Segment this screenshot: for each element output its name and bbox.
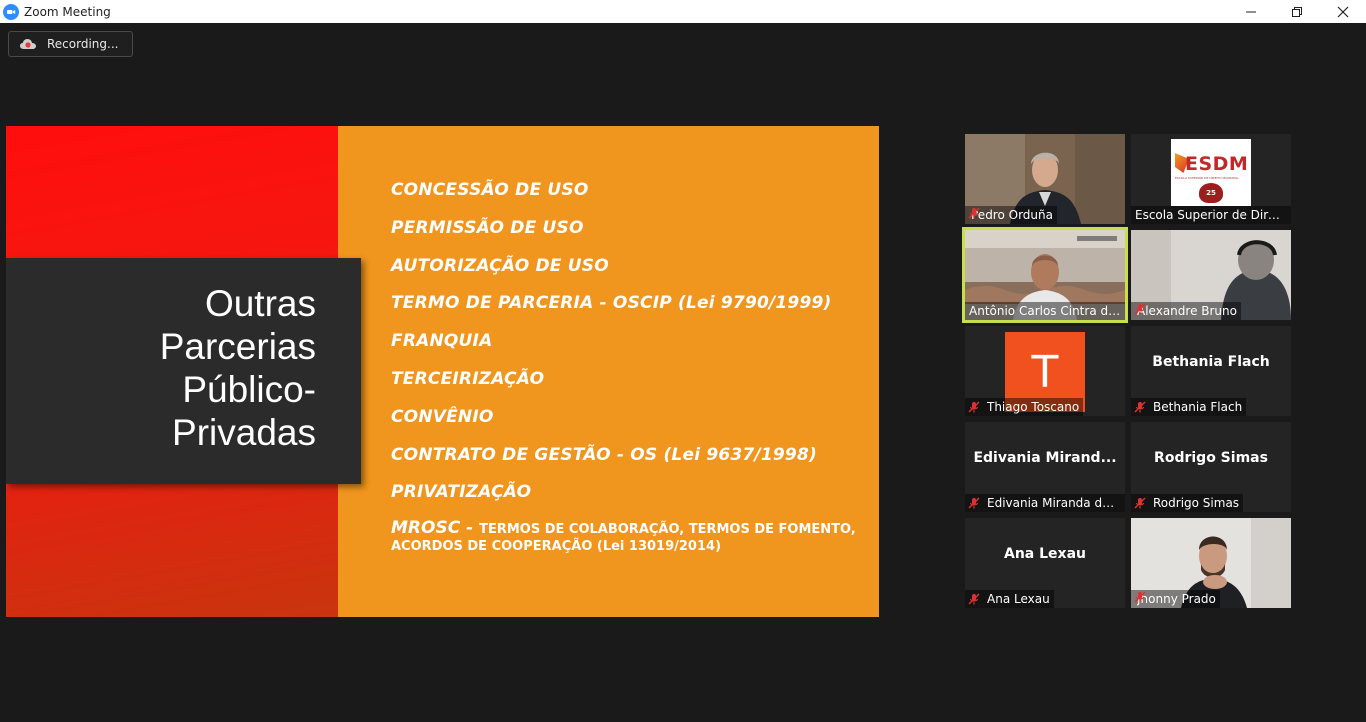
participant-name-bar: Alexandre Bruno xyxy=(1131,302,1241,320)
muted-mic-icon xyxy=(1134,303,1146,315)
slide-bullet: AUTORIZAÇÃO DE USO xyxy=(391,255,609,276)
participant-name-bar: Thiago Toscano xyxy=(965,398,1084,416)
logo-anniversary-badge: 25 xyxy=(1199,183,1223,203)
participant-display-name: Rodrigo Simas xyxy=(1154,450,1268,466)
participant-name: Antônio Carlos Cintra do... xyxy=(969,304,1121,318)
participant-name: Jhonny Prado xyxy=(1137,592,1216,606)
participant-tile[interactable]: Ana Lexau Ana Lexau xyxy=(965,518,1125,608)
slide-bullet: TERCEIRIZAÇÃO xyxy=(391,368,545,389)
participant-name: Pedro Orduña xyxy=(971,208,1053,222)
close-icon xyxy=(1337,6,1349,17)
slide-title-line: Privadas xyxy=(172,412,316,453)
slide-title: Outras Parcerias Público- Privadas xyxy=(16,282,316,454)
shared-screen-slide: Outras Parcerias Público- Privadas CONCE… xyxy=(6,126,879,617)
participant-tile[interactable]: Edivania Mirand... Edivania Miranda da .… xyxy=(965,422,1125,512)
org-logo: ESDM ESCOLA SUPERIOR DE DIREITO MUNICIPA… xyxy=(1171,139,1251,206)
zoom-app-icon xyxy=(3,3,19,20)
slide-bullet: TERMO DE PARCERIA - OSCIP (Lei 9790/1999… xyxy=(391,293,832,314)
slide-title-line: Público- xyxy=(182,369,316,410)
participant-name: Escola Superior de Direi... xyxy=(1135,208,1287,222)
muted-mic-icon xyxy=(1134,591,1146,603)
logo-text: ESDM xyxy=(1185,153,1249,175)
recording-label: Recording... xyxy=(47,37,119,51)
window-titlebar: Zoom Meeting xyxy=(0,0,1366,23)
participant-tile[interactable]: Alexandre Bruno xyxy=(1131,230,1291,320)
slide-bullet: CONCESSÃO DE USO xyxy=(391,180,589,200)
meeting-stage: Recording... Outras Parcerias Público- P… xyxy=(0,23,1366,722)
participant-tile[interactable]: Jhonny Prado xyxy=(1131,518,1291,608)
participant-name-bar: Escola Superior de Direi... xyxy=(1131,206,1291,224)
slide-bullet-lead: MROSC - xyxy=(391,518,480,539)
participant-tile[interactable]: ESDM ESCOLA SUPERIOR DE DIREITO MUNICIPA… xyxy=(1131,134,1291,224)
slide-title-box: Outras Parcerias Público- Privadas xyxy=(6,258,361,484)
minimize-button[interactable] xyxy=(1228,0,1274,23)
participant-name-bar: Antônio Carlos Cintra do... xyxy=(965,302,1125,320)
muted-mic-icon xyxy=(1134,401,1146,413)
slide-bullet-mrosc: MROSC - TERMOS DE COLABORAÇÃO, TERMOS DE… xyxy=(391,520,861,555)
muted-mic-icon xyxy=(968,401,980,413)
badge-number: 25 xyxy=(1206,189,1216,197)
participant-display-name: Bethania Flach xyxy=(1152,354,1270,370)
muted-mic-icon xyxy=(968,497,980,509)
participant-display-name: Ana Lexau xyxy=(1004,546,1086,562)
avatar-initial: T xyxy=(1031,346,1059,398)
participant-name: Edivania Miranda da ... xyxy=(987,496,1121,510)
restore-button[interactable] xyxy=(1274,0,1320,23)
muted-mic-icon xyxy=(968,593,980,605)
participant-tile[interactable]: Bethania Flach Bethania Flach xyxy=(1131,326,1291,416)
participant-name-bar: Rodrigo Simas xyxy=(1131,494,1244,512)
participant-tile[interactable]: Rodrigo Simas Rodrigo Simas xyxy=(1131,422,1291,512)
participant-tile[interactable]: Pedro Orduña xyxy=(965,134,1125,224)
participant-name: Ana Lexau xyxy=(987,592,1050,606)
slide-bullet: PRIVATIZAÇÃO xyxy=(391,482,532,503)
logo-subtitle: ESCOLA SUPERIOR DE DIREITO MUNICIPAL xyxy=(1175,176,1239,180)
recording-indicator[interactable]: Recording... xyxy=(8,31,133,57)
participant-name-bar: Jhonny Prado xyxy=(1131,590,1220,608)
slide-bullet: FRANQUIA xyxy=(391,331,493,352)
minimize-icon xyxy=(1246,11,1256,12)
slide-title-line: Outras xyxy=(204,283,316,324)
slide-bullet: CONTRATO DE GESTÃO - OS (Lei 9637/1998) xyxy=(391,444,817,465)
slide-bullet: PERMISSÃO DE USO xyxy=(391,217,584,238)
cloud-recording-icon xyxy=(20,39,36,49)
muted-mic-icon xyxy=(1134,497,1146,509)
slide-bullet-list: CONCESSÃO DE USO PERMISSÃO DE USO AUTORI… xyxy=(391,178,861,555)
participant-name-bar: Ana Lexau xyxy=(965,590,1054,608)
participant-name: Rodrigo Simas xyxy=(1153,496,1240,510)
participant-name: Thiago Toscano xyxy=(987,400,1080,414)
participant-name-bar: Edivania Miranda da ... xyxy=(965,494,1125,512)
close-button[interactable] xyxy=(1320,0,1366,23)
slide-bullet: CONVÊNIO xyxy=(391,406,494,427)
restore-icon xyxy=(1292,6,1302,17)
participant-name: Bethania Flach xyxy=(1153,400,1243,414)
participant-name-bar: Pedro Orduña xyxy=(965,206,1057,224)
participant-name-bar: Bethania Flach xyxy=(1131,398,1247,416)
participant-tile-active-speaker[interactable]: Antônio Carlos Cintra do... xyxy=(962,227,1128,323)
slide-title-line: Parcerias xyxy=(159,326,316,367)
participant-tile[interactable]: T Thiago Toscano xyxy=(965,326,1125,416)
window-title: Zoom Meeting xyxy=(24,4,111,19)
participant-display-name: Edivania Mirand... xyxy=(973,450,1117,466)
muted-mic-icon xyxy=(968,207,980,219)
participant-name: Alexandre Bruno xyxy=(1137,304,1237,318)
